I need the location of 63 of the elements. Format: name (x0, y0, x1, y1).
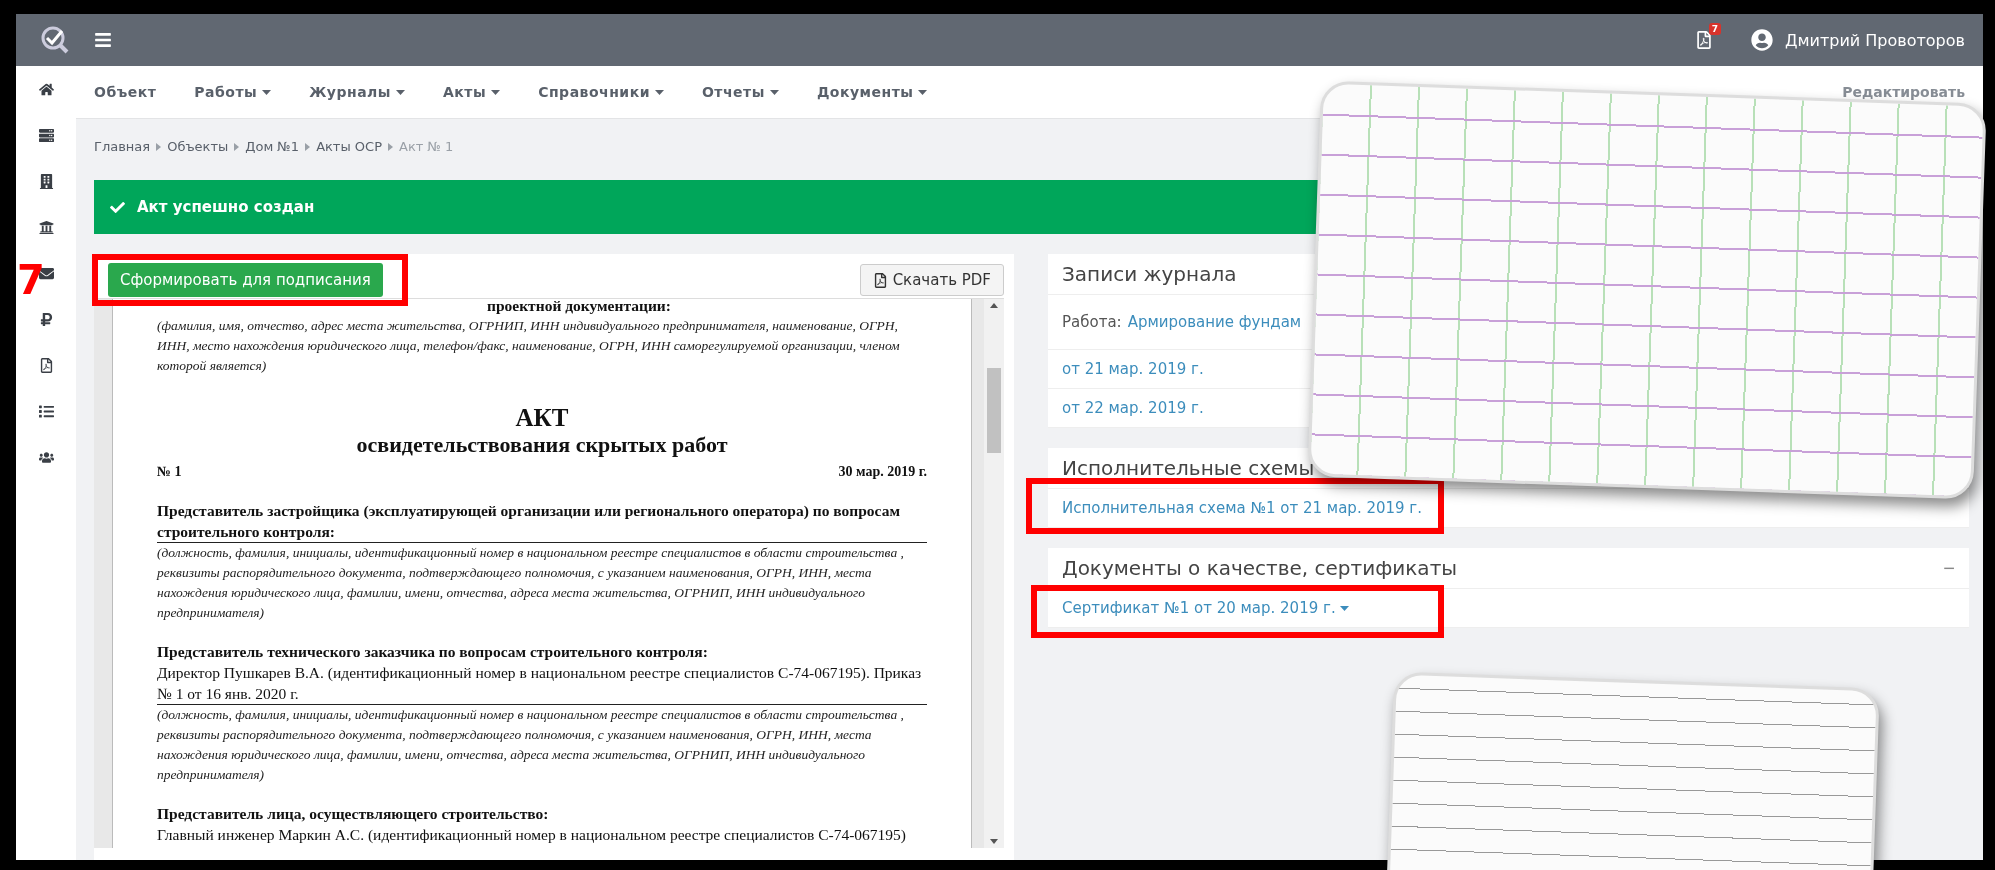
breadcrumb-link[interactable]: Дом №1 (245, 139, 300, 154)
card-title: Документы о качестве, сертификаты (1062, 556, 1458, 580)
building-icon[interactable] (38, 174, 54, 189)
sign-button[interactable]: Сформировать для подписания (108, 263, 383, 297)
bank-icon[interactable] (38, 220, 54, 235)
check-icon (110, 199, 125, 215)
document-link[interactable]: Сертификат №1 от 20 мар. 2019 г. (1062, 599, 1349, 617)
caret-icon (388, 142, 393, 151)
collapse-button[interactable]: − (1943, 556, 1955, 580)
ruble-icon[interactable] (38, 312, 54, 327)
journal-entry-link[interactable]: от 22 мар. 2019 г. (1062, 399, 1204, 417)
document-heading: Представитель лица, осуществляющего строительство: (157, 804, 550, 824)
nav-menu-item[interactable]: Справочники (538, 84, 664, 100)
caret-icon (234, 142, 240, 151)
pdf-file-icon[interactable] (38, 358, 54, 373)
breadcrumb-link[interactable]: Главная (94, 139, 151, 154)
card-title: Исполнительные схемы (1062, 456, 1315, 480)
user-avatar-icon[interactable] (1751, 29, 1773, 51)
card-title: Записи журнала (1062, 262, 1237, 286)
journal-entry-link[interactable]: от 21 мар. 2019 г. (1062, 360, 1204, 378)
edit-link[interactable]: Редактировать (1842, 84, 1965, 100)
nav-menu-item[interactable]: Документы (816, 84, 928, 100)
document-note: (должность, фамилия, инициалы, идентификационный номер в национальном реестре специалистов в области строительства , реквизиты распорядительного документа, подтверждающего полномочия, с указанием наименования, ОГРН, ИНН, места нахождения юридического лица, фамилии, имени, отчества, адреса места жительства, ОГРНИП, ИНН индивидуального предпринимателя) (157, 542, 927, 623)
document-heading: Представитель застройщика (эксплуатирующей организации или регионального оператора) по вопросам строительного контроля: (157, 501, 901, 542)
work-link[interactable]: Армирование фундам (1127, 313, 1302, 331)
document-heading: Представитель технического заказчика по вопросам строительного контроля: (157, 642, 709, 662)
annotation-number: 7 (17, 260, 45, 300)
logo-icon (40, 25, 70, 55)
home-icon[interactable] (38, 82, 54, 97)
document-title: АКТ (514, 404, 570, 432)
user-name[interactable]: Дмитрий Провоторов (1785, 30, 1965, 50)
caret-icon (305, 142, 311, 151)
work-label: Работа: (1062, 313, 1122, 331)
nav-menu-item[interactable]: Объект (94, 84, 157, 100)
nav-menu-item[interactable]: Журналы (309, 84, 406, 100)
scroll-down-arrow-icon[interactable] (990, 839, 998, 844)
scroll-up-arrow-icon[interactable] (990, 303, 998, 308)
document-subtitle: освидетельствования скрытых работ (355, 432, 729, 458)
caret-icon (156, 142, 162, 151)
act-number: № 1 (157, 464, 182, 480)
users-icon[interactable] (38, 450, 54, 465)
scrollbar[interactable] (984, 299, 1004, 848)
nav-menu-item[interactable]: Акты (443, 84, 501, 100)
pdf-file-icon (872, 272, 888, 288)
breadcrumb-link[interactable]: Акты ОСР (316, 139, 382, 154)
document-text: Директор Пушкарев В.А. (идентификационный номер в национальном реестре специалистов С-74-067195). Приказ № 1 от 16 янв. 2020 г. (157, 663, 923, 704)
nav-menu-item[interactable]: Работы (194, 84, 272, 100)
notification-badge: 7 (1708, 23, 1721, 35)
document-link[interactable]: Исполнительная схема №1 от 21 мар. 2019 г. (1062, 499, 1422, 517)
document-note: (фамилия, имя, отчество, адрес места жительства, ОГРНИП, ИНН индивидуального предпринимателя, наименование, ОГРН, ИНН, место нахождения юридического лица, телефон/факс, наименование, ОГРН, ИНН саморегулируемой организации, членом которой является) (157, 317, 901, 375)
menu-icon[interactable] (94, 31, 112, 49)
download-pdf-button[interactable]: Скачать PDF (859, 264, 1004, 296)
act-date: 30 мар. 2019 г. (838, 464, 927, 480)
scroll-thumb[interactable] (987, 368, 1001, 453)
list-icon[interactable] (38, 404, 54, 419)
document-note: (должность, фамилия, инициалы, идентификационный номер в национальном реестре специалистов в области строительства , реквизиты распорядительного документа, подтверждающего полномочия, с указанием наименования, ОГРН, ИНН, места нахождения юридического лица, фамилии, имени, отчества, адреса места жительства, ОГРНИП, ИНН индивидуального предпринимателя) (157, 704, 927, 785)
pdf-file-icon[interactable] (1694, 31, 1713, 49)
alert-text: Акт успешно создан (137, 198, 315, 216)
breadcrumb-link[interactable]: Объекты (167, 139, 229, 154)
server-icon[interactable] (38, 128, 54, 143)
document-heading: проектной документации: (487, 299, 672, 316)
document-text: Главный инженер Маркин А.С. (идентификационный номер в национальном реестре специалистов С-74-067195) (157, 825, 908, 845)
nav-menu-item[interactable]: Отчеты (701, 84, 779, 100)
